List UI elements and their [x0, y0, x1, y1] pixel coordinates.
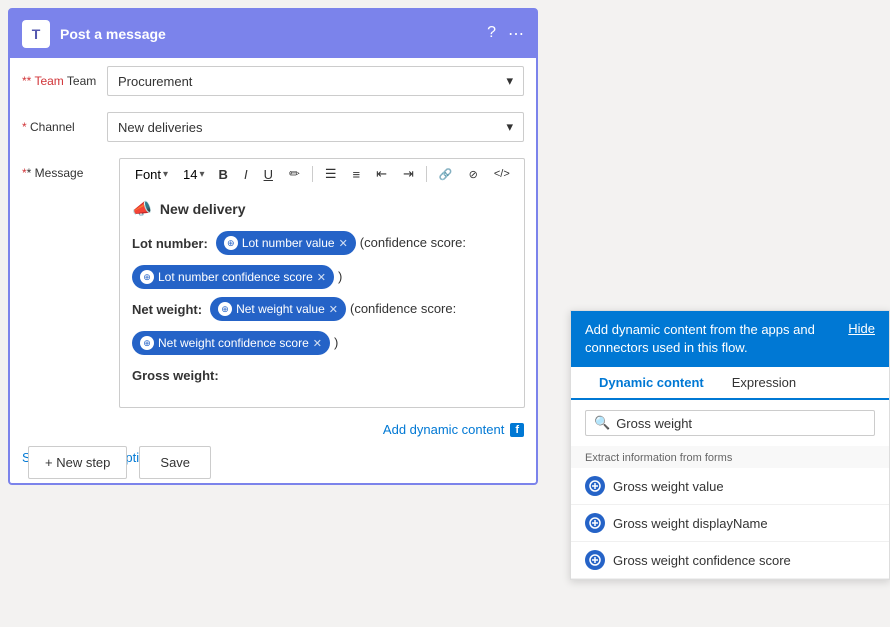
net-weight-confidence-token-icon: ⊕: [140, 336, 154, 350]
font-size-selector[interactable]: 14 ▾: [179, 165, 209, 184]
net-weight-label: Net weight:: [132, 297, 202, 323]
bottom-actions: + New step Save: [8, 430, 231, 495]
net-weight-token-icon: ⊕: [218, 302, 232, 316]
team-dropdown[interactable]: Procurement ▾: [107, 66, 524, 96]
new-step-button[interactable]: + New step: [28, 446, 127, 479]
toolbar-divider-1: [312, 166, 313, 182]
save-button[interactable]: Save: [139, 446, 211, 479]
bold-button[interactable]: B: [213, 164, 234, 185]
underline-button[interactable]: U: [258, 164, 279, 185]
dynamic-tabs: Dynamic content Expression: [571, 367, 889, 400]
lot-number-confidence-prefix: (confidence score:: [360, 231, 466, 255]
channel-value: New deliveries: [118, 120, 203, 135]
message-row: ** Message Font ▾ 14 ▾ B I U ✏ ☰ ≡: [10, 150, 536, 416]
item-label-0: Gross weight value: [613, 479, 724, 494]
team-row: ** Team Team Procurement ▾: [10, 58, 536, 104]
tab-dynamic-content[interactable]: Dynamic content: [585, 367, 718, 400]
team-value: Procurement: [118, 74, 192, 89]
message-editor-wrap: Font ▾ 14 ▾ B I U ✏ ☰ ≡ ⇤ ⇥ 🔗 ⊘ </>: [107, 158, 537, 408]
item-label-1: Gross weight displayName: [613, 516, 768, 531]
font-size-value: 14: [183, 167, 197, 182]
lot-number-second-line: ⊕ Lot number confidence score ✕ ): [132, 265, 512, 289]
dynamic-badge: f: [510, 423, 524, 437]
net-weight-token[interactable]: ⊕ Net weight value ✕: [210, 297, 346, 321]
card-header-icons: ? ⋯: [487, 24, 524, 44]
font-dropdown-arrow: ▾: [163, 169, 168, 180]
item-icon-2: [585, 550, 605, 570]
dynamic-section-label: Extract information from forms: [571, 446, 889, 468]
message-label: ** Message: [22, 158, 97, 180]
toolbar-divider-2: [426, 166, 427, 182]
increase-indent-button[interactable]: ⇥: [397, 163, 420, 185]
more-options-icon[interactable]: ⋯: [508, 24, 524, 44]
lot-number-token-close[interactable]: ✕: [339, 237, 348, 250]
team-dropdown-wrap: Procurement ▾: [107, 66, 524, 96]
unlink-button[interactable]: ⊘: [463, 165, 484, 184]
lot-number-token-icon: ⊕: [224, 236, 238, 250]
insert-link-button[interactable]: 🔗: [433, 165, 459, 184]
decrease-indent-button[interactable]: ⇤: [370, 163, 393, 185]
net-weight-row: Net weight: ⊕ Net weight value ✕ (confid…: [132, 297, 512, 355]
lot-number-confidence-token-close[interactable]: ✕: [317, 271, 326, 284]
lot-number-token[interactable]: ⊕ Lot number value ✕: [216, 231, 356, 255]
lot-number-confidence-token[interactable]: ⊕ Lot number confidence score ✕: [132, 265, 334, 289]
card-title: Post a message: [60, 26, 477, 42]
font-size-arrow: ▾: [200, 169, 205, 180]
search-box: 🔍: [585, 410, 875, 436]
gross-weight-row: Gross weight:: [132, 363, 512, 389]
lot-number-confidence-token-icon: ⊕: [140, 270, 154, 284]
code-button[interactable]: </>: [488, 165, 516, 183]
channel-label: * Channel: [22, 120, 97, 134]
net-weight-token-close[interactable]: ✕: [329, 303, 338, 316]
team-label: ** Team Team: [22, 74, 97, 88]
net-weight-confidence-prefix: (confidence score:: [350, 297, 456, 321]
dynamic-content-panel: Add dynamic content from the apps and co…: [570, 310, 890, 580]
item-icon-1: [585, 513, 605, 533]
lot-number-confidence-suffix: ): [338, 265, 342, 289]
dynamic-panel-header-text: Add dynamic content from the apps and co…: [585, 321, 838, 357]
channel-dropdown[interactable]: New deliveries ▾: [107, 112, 524, 142]
net-weight-confidence-token-close[interactable]: ✕: [313, 337, 322, 350]
unordered-list-button[interactable]: ☰: [319, 163, 343, 185]
list-item[interactable]: Gross weight value: [571, 468, 889, 505]
italic-button[interactable]: I: [238, 164, 254, 185]
list-item[interactable]: Gross weight confidence score: [571, 542, 889, 579]
teams-logo: T: [22, 20, 50, 48]
dynamic-items-list: Gross weight value Gross weight displayN…: [571, 468, 889, 579]
highlight-button[interactable]: ✏: [283, 163, 306, 185]
channel-dropdown-arrow: ▾: [506, 119, 513, 135]
message-heading: 📣 New delivery: [132, 199, 512, 219]
hide-button[interactable]: Hide: [848, 321, 875, 336]
list-item[interactable]: Gross weight displayName: [571, 505, 889, 542]
item-label-2: Gross weight confidence score: [613, 553, 791, 568]
help-icon[interactable]: ?: [487, 24, 496, 44]
search-icon: 🔍: [594, 415, 610, 431]
search-input[interactable]: [616, 416, 866, 431]
editor-toolbar: Font ▾ 14 ▾ B I U ✏ ☰ ≡ ⇤ ⇥ 🔗 ⊘ </>: [119, 158, 525, 189]
post-message-card: T Post a message ? ⋯ ** Team Team Procur…: [8, 8, 538, 485]
lot-number-label: Lot number:: [132, 231, 208, 257]
team-dropdown-arrow: ▾: [506, 73, 513, 89]
net-weight-confidence-token[interactable]: ⊕ Net weight confidence score ✕: [132, 331, 330, 355]
dynamic-panel-header: Add dynamic content from the apps and co…: [571, 311, 889, 367]
channel-dropdown-wrap: New deliveries ▾: [107, 112, 524, 142]
tab-expression[interactable]: Expression: [718, 367, 810, 400]
net-weight-confidence-suffix: ): [334, 331, 338, 355]
add-dynamic-link[interactable]: Add dynamic content: [383, 422, 504, 437]
message-content-area[interactable]: 📣 New delivery Lot number: ⊕ Lot number …: [119, 189, 525, 408]
card-header: T Post a message ? ⋯: [10, 10, 536, 58]
megaphone-icon: 📣: [132, 199, 152, 219]
ordered-list-button[interactable]: ≡: [347, 164, 367, 185]
font-label: Font: [135, 167, 161, 182]
lot-number-row: Lot number: ⊕ Lot number value ✕ (confid…: [132, 231, 512, 289]
net-weight-second-line: ⊕ Net weight confidence score ✕ ): [132, 331, 512, 355]
font-selector[interactable]: Font ▾: [128, 164, 175, 185]
item-icon-0: [585, 476, 605, 496]
channel-row: * Channel New deliveries ▾: [10, 104, 536, 150]
gross-weight-label: Gross weight:: [132, 363, 219, 389]
